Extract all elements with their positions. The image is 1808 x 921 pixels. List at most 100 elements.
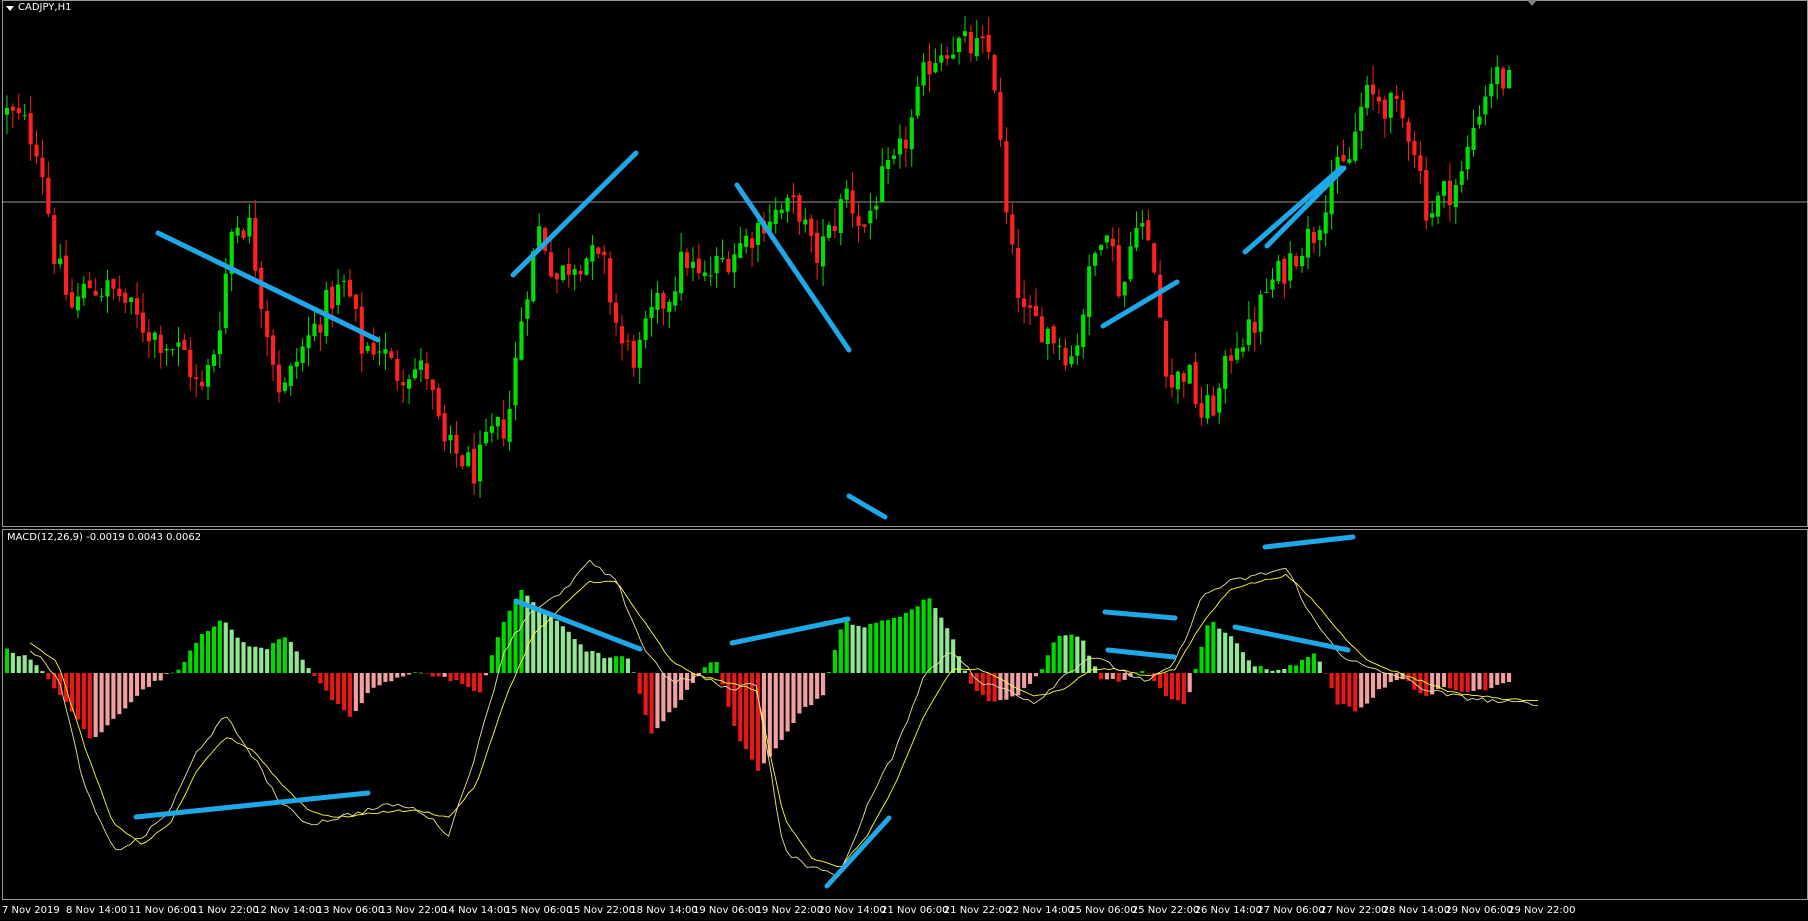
macd-histogram-bar <box>211 626 217 673</box>
candle-body <box>903 139 908 149</box>
candle-body <box>1140 223 1145 227</box>
candle-body <box>412 369 418 379</box>
macd-histogram-bar <box>791 673 796 723</box>
macd-histogram-bar <box>483 673 489 676</box>
macd-histogram-bar <box>1217 628 1222 673</box>
macd-histogram-bar <box>1305 657 1311 673</box>
candle-body <box>637 339 642 368</box>
time-axis-label: 19 Nov 06:00 <box>693 905 761 916</box>
macd-histogram-bar <box>371 673 376 688</box>
candle-body <box>1471 127 1476 150</box>
candle-body <box>271 335 276 365</box>
macd-histogram-bar <box>1359 673 1364 708</box>
candle-body <box>968 31 973 54</box>
candle-body <box>726 258 731 273</box>
candle-body <box>1264 291 1269 293</box>
candle-body <box>1087 266 1092 317</box>
macd-histogram-bar <box>903 612 908 673</box>
candle-body <box>69 292 75 308</box>
candle-body <box>123 292 128 303</box>
macd-histogram-bar <box>46 673 51 680</box>
macd-histogram-bar <box>282 637 287 673</box>
candle-body <box>460 455 465 467</box>
macd-histogram-bar <box>93 673 98 737</box>
candle-body <box>182 339 187 351</box>
candle-body <box>507 408 512 442</box>
macd-histogram-bar <box>874 622 879 673</box>
candle-body <box>1400 99 1405 119</box>
macd-histogram-bar <box>1329 673 1334 688</box>
macd-histogram-bar <box>247 646 252 673</box>
candle-body <box>1158 274 1163 318</box>
macd-histogram-bar <box>472 673 477 691</box>
candle-body <box>1199 403 1204 418</box>
annotation-trendline <box>510 150 639 278</box>
candle-body <box>1051 326 1056 344</box>
macd-histogram-bar <box>1353 673 1358 712</box>
macd-histogram-bar <box>81 673 86 730</box>
candle-body <box>986 34 991 52</box>
candle-body <box>1323 212 1328 234</box>
macd-histogram-bar <box>182 661 187 673</box>
macd-histogram-bar <box>886 620 891 673</box>
macd-histogram-bar <box>1116 673 1121 682</box>
candle-body <box>909 117 914 150</box>
candle-body <box>365 345 370 351</box>
candle-body <box>826 224 832 238</box>
macd-histogram-bar <box>673 673 678 708</box>
candle-body <box>602 251 607 256</box>
candle-body <box>1506 69 1512 89</box>
macd-histogram-bar <box>1323 673 1328 674</box>
time-axis-label: 15 Nov 06:00 <box>504 905 573 916</box>
macd-histogram-bar <box>1412 673 1417 690</box>
candle-body <box>779 209 784 214</box>
time-axis-label: 25 Nov 22:00 <box>1131 905 1200 916</box>
macd-histogram-bar <box>548 615 554 673</box>
macd-histogram-bar <box>702 667 707 673</box>
candle-body <box>962 31 968 37</box>
chart-shift-marker-icon[interactable] <box>1527 0 1537 6</box>
macd-histogram-bar <box>826 672 832 673</box>
signal-line <box>29 573 1538 867</box>
candle-body <box>1495 66 1500 85</box>
time-axis-label: 14 Nov 14:00 <box>442 905 510 916</box>
candle-body <box>99 296 104 298</box>
macd-histogram-bar <box>466 673 471 687</box>
chart-window[interactable]: CADJPY,H1 MACD(12,26,9) -0.0019 0.0043 0… <box>0 0 1808 921</box>
macd-histogram-bar <box>477 673 483 693</box>
candle-body <box>1246 319 1251 346</box>
macd-histogram-bar <box>235 637 240 673</box>
macd-histogram-bar <box>974 673 979 692</box>
candle-body <box>1282 258 1287 284</box>
candle-body <box>318 324 323 333</box>
candle-body <box>134 298 140 315</box>
macd-histogram-bar <box>1104 673 1109 680</box>
macd-histogram-bar <box>4 648 10 673</box>
macd-histogram-bar <box>785 673 790 732</box>
candle-body <box>1376 96 1382 102</box>
candle-body <box>1039 316 1044 343</box>
candle-body <box>477 444 483 482</box>
macd-histogram-bar <box>732 673 737 726</box>
macd-histogram-bar <box>962 670 968 673</box>
macd-histogram-bar <box>596 652 601 673</box>
macd-histogram-bar <box>1169 673 1175 700</box>
macd-histogram-bar <box>614 656 619 673</box>
candle-body <box>625 340 630 342</box>
macd-histogram-bar <box>69 673 75 712</box>
candle-body <box>738 243 743 258</box>
macd-histogram-bar <box>306 668 311 673</box>
time-axis-label: 15 Nov 22:00 <box>567 905 636 916</box>
candle-body <box>1146 220 1151 241</box>
macd-histogram-bar <box>631 672 636 674</box>
macd-histogram-bar <box>1418 673 1423 694</box>
macd-histogram-bar <box>75 673 80 720</box>
macd-histogram-bar <box>661 673 666 722</box>
candle-body <box>572 269 577 275</box>
candle-body <box>1181 373 1186 382</box>
macd-histogram-bar <box>649 673 654 734</box>
symbol-dropdown-icon[interactable] <box>6 6 14 11</box>
candle-body <box>294 361 299 367</box>
candle-body <box>525 299 530 319</box>
candle-body <box>1223 356 1228 389</box>
